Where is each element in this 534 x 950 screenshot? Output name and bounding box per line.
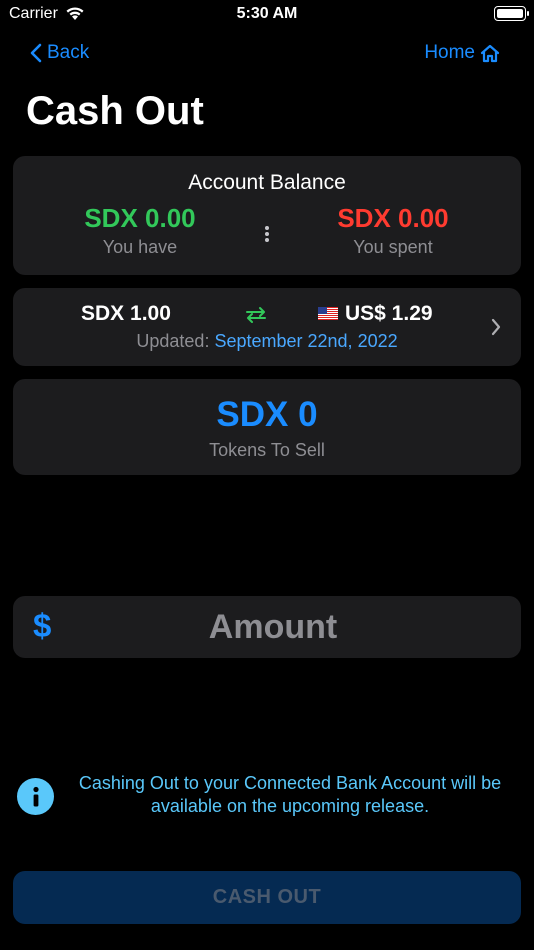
cash-out-screen: Carrier 5:30 AM Back Home Cash Out Accou… bbox=[0, 0, 534, 950]
balance-spent-column: SDX 0.00 You spent bbox=[293, 203, 493, 258]
info-icon bbox=[17, 778, 54, 815]
rate-updated-label: Updated: bbox=[136, 331, 210, 351]
exchange-rate-card[interactable]: SDX 1.00 US$ 1.29 Updated: September 22n… bbox=[13, 288, 521, 366]
balance-have-amount: SDX 0.00 bbox=[84, 203, 196, 233]
info-message: Cashing Out to your Connected Bank Accou… bbox=[78, 773, 502, 816]
status-time: 5:30 AM bbox=[236, 5, 298, 22]
info-glyph bbox=[32, 786, 39, 806]
balance-title: Account Balance bbox=[188, 171, 346, 194]
battery-icon bbox=[494, 6, 529, 21]
balance-spent-amount: SDX 0.00 bbox=[337, 203, 449, 233]
balance-spent-label: You spent bbox=[353, 237, 433, 257]
rate-sdx-value: SDX 1.00 bbox=[81, 302, 171, 325]
battery-level bbox=[497, 9, 523, 18]
page-title: Cash Out bbox=[26, 89, 204, 133]
home-label: Home bbox=[424, 42, 475, 63]
dollar-icon: $ bbox=[33, 607, 52, 644]
us-flag-icon bbox=[318, 307, 338, 320]
balance-have-column: SDX 0.00 You have bbox=[40, 203, 240, 258]
rate-usd-value: US$ 1.29 bbox=[345, 302, 433, 325]
back-label: Back bbox=[47, 42, 90, 63]
cash-out-button[interactable]: CASH OUT bbox=[13, 871, 521, 924]
amount-input[interactable] bbox=[73, 596, 473, 658]
back-button[interactable]: Back bbox=[30, 42, 89, 64]
account-balance-card: Account Balance SDX 0.00 You have SDX 0.… bbox=[13, 156, 521, 275]
tokens-to-sell-card: SDX 0 Tokens To Sell bbox=[13, 379, 521, 475]
rate-updated-line: Updated: September 22nd, 2022 bbox=[13, 331, 521, 352]
home-icon bbox=[480, 44, 500, 62]
home-button[interactable]: Home bbox=[424, 42, 500, 64]
status-bar: Carrier 5:30 AM bbox=[0, 0, 534, 30]
tokens-value: SDX 0 bbox=[216, 395, 318, 434]
more-vertical-icon[interactable] bbox=[263, 224, 271, 244]
chevron-left-icon bbox=[30, 43, 42, 63]
chevron-right-icon bbox=[491, 318, 501, 336]
balance-have-label: You have bbox=[102, 237, 178, 257]
swap-arrows-icon bbox=[246, 307, 266, 323]
amount-field-container[interactable]: $ bbox=[13, 596, 521, 658]
rate-updated-date: September 22nd, 2022 bbox=[214, 331, 398, 351]
tokens-label: Tokens To Sell bbox=[209, 440, 325, 460]
